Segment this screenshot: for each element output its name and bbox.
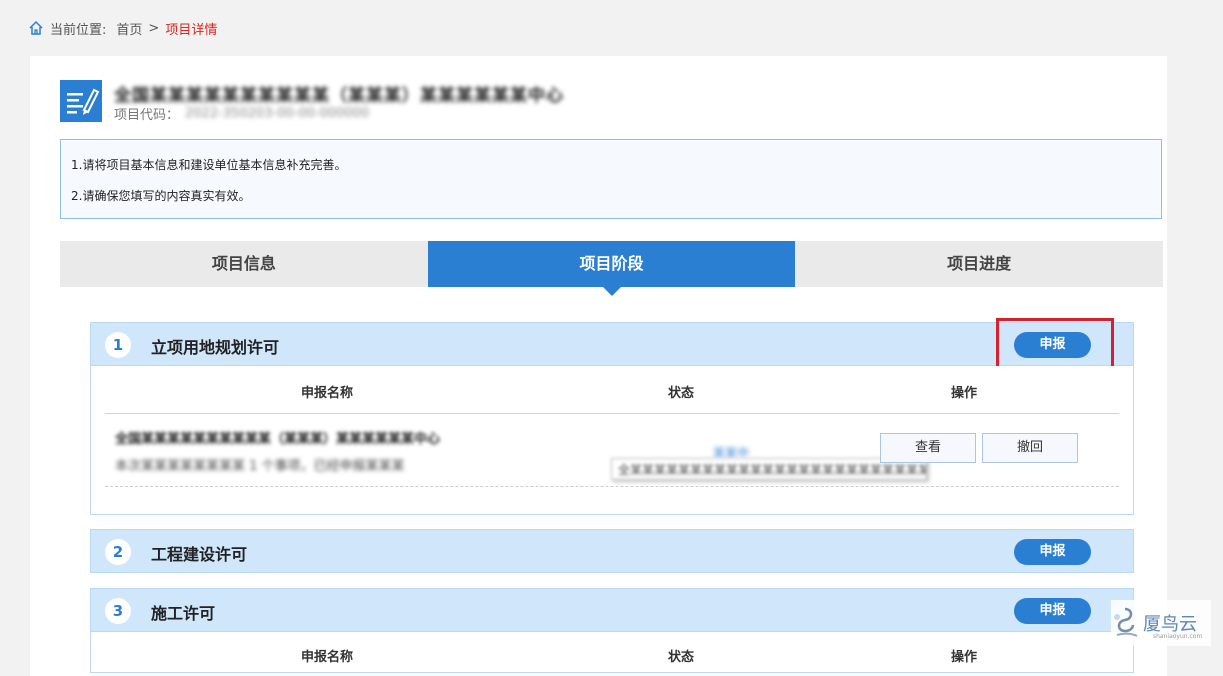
row-divider	[105, 486, 1119, 487]
breadcrumb: 当前位置: 首页 > 项目详情	[28, 19, 218, 38]
watermark-sub: shaniaoyun.com	[1153, 633, 1203, 640]
withdraw-button[interactable]: 撤回	[982, 433, 1078, 463]
stage-3-panel: 3 施工许可 申报 申报名称 状态 操作	[90, 588, 1134, 673]
col-header-name: 申报名称	[301, 650, 354, 665]
col-header-status: 状态	[668, 650, 695, 665]
tab-project-info[interactable]: 项目信息	[60, 241, 428, 287]
view-button[interactable]: 查看	[880, 433, 976, 463]
stage-number: 2	[105, 539, 131, 565]
breadcrumb-home-link[interactable]: 首页	[116, 19, 142, 38]
project-name: 全国某某某某某某某某某某（某某某）某某某某某某中心	[114, 86, 564, 106]
stage-header: 1 立项用地规划许可 申报	[90, 318, 1134, 374]
project-detail-card: 全国某某某某某某某某某某（某某某）某某某某某某中心 项目代码： 2022-350…	[30, 56, 1167, 676]
home-icon[interactable]	[28, 20, 44, 36]
bird-logo-icon	[1114, 607, 1138, 637]
stage-number: 3	[105, 598, 131, 624]
notice-line: 1.请将项目基本信息和建设单位基本信息补充完善。	[71, 158, 347, 172]
stage-header: 2 工程建设许可 申报	[90, 529, 1134, 573]
stage-title: 工程建设许可	[151, 545, 248, 564]
breadcrumb-prefix: 当前位置:	[50, 22, 107, 38]
header-divider	[105, 413, 1119, 414]
col-header-name: 申报名称	[301, 386, 354, 401]
stage-2-panel: 2 工程建设许可 申报	[90, 529, 1134, 573]
tab-project-progress[interactable]: 项目进度	[795, 241, 1163, 287]
col-header-action: 操作	[951, 386, 978, 401]
tab-bar: 项目信息 项目阶段 项目进度	[60, 241, 1163, 296]
report-button[interactable]: 申报	[1014, 598, 1091, 624]
project-code-row: 项目代码： 2022-350203-00-00-000000	[114, 104, 369, 123]
stage-header: 3 施工许可 申报	[90, 588, 1134, 632]
notice-box: 1.请将项目基本信息和建设单位基本信息补充完善。 2.请确保您填写的内容真实有效…	[60, 139, 1162, 219]
notice-line: 2.请确保您填写的内容真实有效。	[71, 189, 251, 203]
project-code-value: 2022-350203-00-00-000000	[185, 106, 370, 121]
col-header-action: 操作	[951, 650, 978, 665]
stage-1-panel: 1 立项用地规划许可 申报 申报名称 状态 操作 全国某某某某某某某某某某（某某…	[90, 318, 1134, 515]
stage-number: 1	[105, 332, 131, 358]
stage-title: 施工许可	[151, 604, 216, 623]
breadcrumb-current: 项目详情	[165, 22, 218, 38]
row-application-desc: 本次某某某某某某某某 1 个事项，已经申报某某某	[115, 459, 405, 474]
watermark-logo: 厦鸟云 shaniaoyun.com	[1111, 600, 1211, 646]
stage-title: 立项用地规划许可	[151, 338, 280, 357]
col-header-status: 状态	[668, 386, 695, 401]
tab-project-stage[interactable]: 项目阶段	[427, 241, 796, 296]
project-edit-icon	[60, 80, 102, 122]
row-application-name: 全国某某某某某某某某某某（某某某）某某某某某某中心	[115, 432, 441, 447]
breadcrumb-separator: >	[148, 20, 160, 36]
project-code-label: 项目代码：	[114, 108, 180, 123]
report-button[interactable]: 申报	[1014, 539, 1091, 565]
stage-table: 申报名称 状态 操作 全国某某某某某某某某某某（某某某）某某某某某某中心 本次某…	[90, 366, 1134, 515]
stage-table: 申报名称 状态 操作	[90, 632, 1134, 673]
